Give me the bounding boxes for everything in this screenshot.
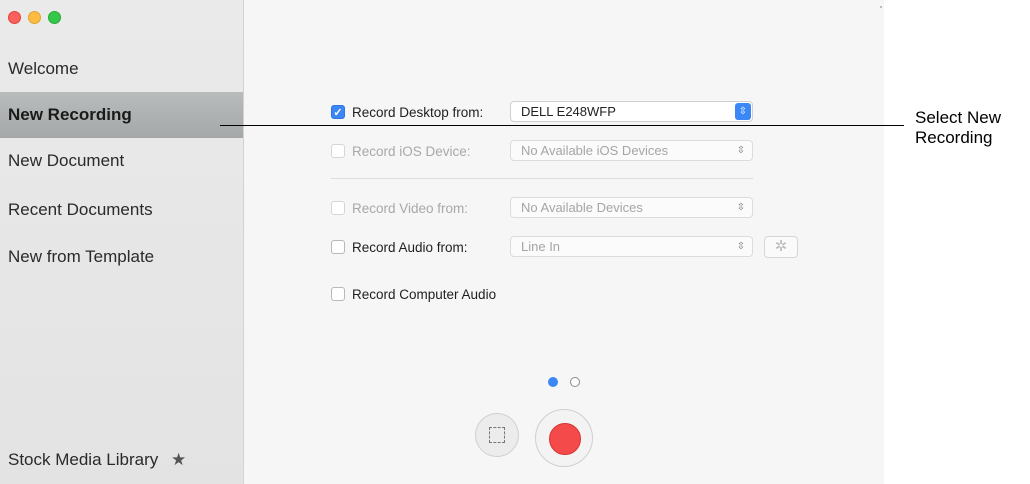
updown-arrows-icon: ⇳ bbox=[736, 202, 746, 213]
record-video-row: Record Video from: bbox=[331, 197, 468, 219]
close-window-button[interactable] bbox=[8, 11, 21, 24]
record-desktop-row: ✓ Record Desktop from: bbox=[331, 101, 483, 123]
sidebar: Welcome New Recording New Document Recen… bbox=[0, 0, 244, 484]
record-button[interactable] bbox=[535, 409, 593, 467]
video-source-select[interactable]: No Available Devices ⇳ bbox=[510, 197, 753, 218]
gear-icon: ✲ bbox=[774, 238, 788, 255]
record-computer-audio-label: Record Computer Audio bbox=[352, 286, 497, 302]
callout-line bbox=[220, 125, 904, 126]
divider bbox=[331, 178, 753, 179]
record-video-checkbox[interactable] bbox=[331, 201, 345, 215]
updown-arrows-icon: ⇳ bbox=[735, 103, 751, 120]
select-value: No Available Devices bbox=[521, 200, 643, 215]
page-indicator-dot-active[interactable] bbox=[548, 377, 558, 387]
ios-device-select[interactable]: No Available iOS Devices ⇳ bbox=[510, 140, 753, 161]
record-desktop-label: Record Desktop from: bbox=[352, 104, 484, 120]
record-ios-checkbox[interactable] bbox=[331, 144, 345, 158]
audio-settings-button[interactable]: ✲ bbox=[764, 236, 798, 258]
star-icon: ★ bbox=[170, 450, 187, 469]
minimize-window-button[interactable] bbox=[28, 11, 41, 24]
audio-source-select[interactable]: Line In ⇳ bbox=[510, 236, 753, 257]
sidebar-item-stock-media-library[interactable]: Stock Media Library ★ bbox=[0, 437, 243, 483]
updown-arrows-icon: ⇳ bbox=[736, 241, 746, 252]
callout-text: Select New Recording bbox=[915, 108, 1001, 147]
record-ios-label: Record iOS Device: bbox=[352, 143, 471, 159]
checkmark-icon: ✓ bbox=[333, 106, 343, 119]
record-audio-row: Record Audio from: bbox=[331, 236, 468, 258]
sidebar-item-label: New Document bbox=[8, 151, 125, 170]
window-corner-mark bbox=[880, 6, 882, 8]
select-value: DELL E248WFP bbox=[521, 104, 616, 119]
desktop-source-select[interactable]: DELL E248WFP ⇳ bbox=[510, 101, 753, 122]
sidebar-item-new-from-template[interactable]: New from Template bbox=[0, 234, 243, 280]
sidebar-item-new-recording[interactable]: New Recording bbox=[0, 92, 243, 138]
app-window: Welcome New Recording New Document Recen… bbox=[0, 0, 884, 484]
sidebar-item-label: Stock Media Library bbox=[8, 450, 159, 469]
sidebar-item-label: Welcome bbox=[8, 59, 79, 78]
record-desktop-checkbox[interactable]: ✓ bbox=[331, 105, 345, 119]
select-value: Line In bbox=[521, 239, 561, 254]
page-indicator-dot[interactable] bbox=[570, 377, 580, 387]
select-area-button[interactable] bbox=[475, 413, 519, 457]
record-computer-audio-checkbox[interactable] bbox=[331, 287, 345, 301]
record-icon bbox=[549, 423, 581, 455]
sidebar-item-welcome[interactable]: Welcome bbox=[0, 46, 243, 92]
sidebar-item-label: New from Template bbox=[8, 247, 155, 266]
zoom-window-button[interactable] bbox=[48, 11, 61, 24]
record-video-label: Record Video from: bbox=[352, 200, 469, 216]
selection-area-icon bbox=[489, 427, 505, 443]
sidebar-item-label: Recent Documents bbox=[8, 200, 153, 219]
sidebar-item-new-document[interactable]: New Document bbox=[0, 138, 243, 184]
record-computer-audio-row: Record Computer Audio bbox=[331, 283, 496, 305]
sidebar-item-label: New Recording bbox=[8, 105, 132, 124]
record-audio-label: Record Audio from: bbox=[352, 239, 468, 255]
select-value: No Available iOS Devices bbox=[521, 143, 669, 158]
updown-arrows-icon: ⇳ bbox=[736, 145, 746, 156]
sidebar-item-recent-documents[interactable]: Recent Documents bbox=[0, 187, 243, 233]
record-ios-row: Record iOS Device: bbox=[331, 140, 471, 162]
record-audio-checkbox[interactable] bbox=[331, 240, 345, 254]
